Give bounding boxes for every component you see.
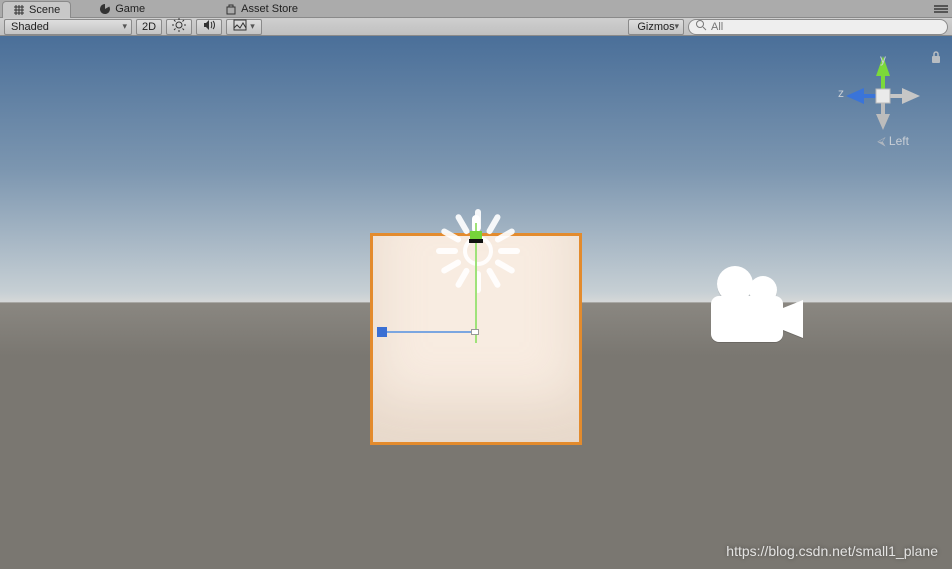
chevron-down-icon: ▾ xyxy=(250,21,255,32)
tab-asset-store[interactable]: Asset Store xyxy=(215,0,308,17)
scene-icon xyxy=(13,4,25,16)
search-icon xyxy=(695,19,707,34)
tab-label: Scene xyxy=(29,4,60,16)
tab-game[interactable]: Game xyxy=(89,0,155,17)
speaker-icon xyxy=(202,18,216,35)
tab-options-button[interactable] xyxy=(930,3,952,15)
tab-scene[interactable]: Scene xyxy=(2,1,71,18)
sun-core-icon xyxy=(463,236,493,266)
sun-ray-icon xyxy=(436,248,458,254)
sun-icon xyxy=(172,18,186,35)
draw-mode-label: Shaded xyxy=(11,21,49,33)
gizmos-dropdown[interactable]: Gizmos xyxy=(628,19,684,35)
pacman-icon xyxy=(99,3,111,15)
gizmos-label: Gizmos xyxy=(637,21,674,33)
sun-ray-icon xyxy=(475,209,481,231)
sun-ray-icon xyxy=(498,248,520,254)
scene-toolbar: Shaded 2D ▾ Gizmos xyxy=(0,18,952,36)
effects-dropdown-button[interactable]: ▾ xyxy=(226,19,262,35)
lighting-toggle-button[interactable] xyxy=(166,19,192,35)
btn-2d-label: 2D xyxy=(142,21,156,33)
camera-gizmo[interactable] xyxy=(695,264,815,357)
toggle-2d-button[interactable]: 2D xyxy=(136,19,162,35)
hamburger-icon xyxy=(934,4,948,14)
scene-search[interactable] xyxy=(688,19,948,35)
tab-bar: Scene Game Asset Store xyxy=(0,0,952,18)
camera-icon xyxy=(695,264,815,354)
tab-label: Asset Store xyxy=(241,3,298,15)
tab-label: Game xyxy=(115,3,145,15)
scene-viewport[interactable]: y z ⮘ Left https://blog.csdn.net/small1_… xyxy=(0,36,952,569)
audio-toggle-button[interactable] xyxy=(196,19,222,35)
search-input[interactable] xyxy=(711,20,941,34)
image-icon xyxy=(233,18,247,35)
draw-mode-dropdown[interactable]: Shaded xyxy=(4,19,132,35)
sun-ray-icon xyxy=(475,271,481,293)
bag-icon xyxy=(225,3,237,15)
